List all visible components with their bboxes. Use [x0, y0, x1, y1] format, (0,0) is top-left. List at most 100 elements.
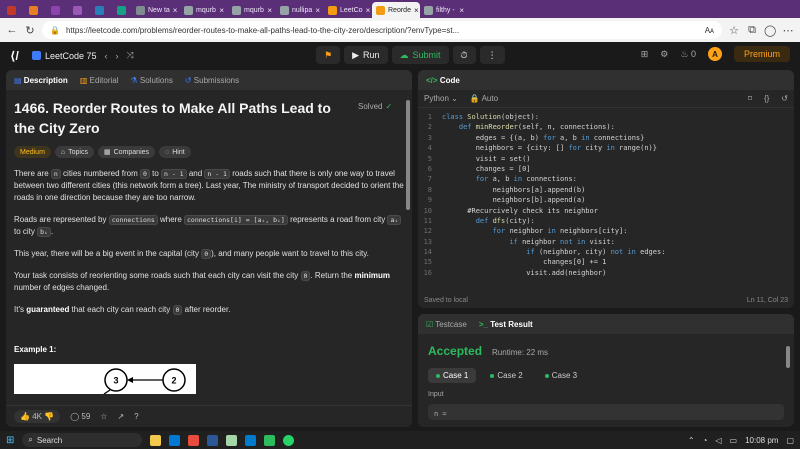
- browser-tab[interactable]: New ta ×: [132, 2, 180, 18]
- graph-edge-down: [103, 389, 111, 395]
- mail-icon[interactable]: [226, 434, 238, 446]
- tab-submissions[interactable]: ↺ Submissions: [185, 76, 239, 85]
- reader-icon[interactable]: Aᴀ: [705, 26, 714, 35]
- line-number: 9: [427, 196, 432, 205]
- layout-icon[interactable]: ⊞: [641, 49, 649, 60]
- more-button[interactable]: ⋮: [479, 46, 505, 64]
- browser-tab[interactable]: [88, 2, 110, 18]
- volume-icon[interactable]: ◁: [715, 436, 721, 445]
- browser-tab[interactable]: [0, 2, 22, 18]
- run-button[interactable]: ▶ Run: [344, 46, 388, 64]
- help-icon[interactable]: ?: [134, 412, 138, 421]
- fire-icon: ♨: [680, 48, 689, 59]
- notification-icon[interactable]: ▢: [786, 436, 794, 445]
- study-plan-badge[interactable]: LeetCode 75: [32, 51, 97, 61]
- like-button[interactable]: 👍 4K 👎: [14, 410, 61, 423]
- back-icon[interactable]: ←: [6, 24, 18, 36]
- close-tab-icon[interactable]: ×: [366, 6, 371, 15]
- language-select[interactable]: Python ⌄: [424, 94, 458, 103]
- hint-chip[interactable]: ◌ Hint: [159, 146, 191, 158]
- case-1[interactable]: Case 1: [428, 368, 477, 383]
- vscode-icon[interactable]: [245, 434, 257, 446]
- close-tab-icon[interactable]: ×: [459, 6, 464, 15]
- code-editor[interactable]: 1 class Solution(object): 2 def minReorder…: [418, 108, 794, 278]
- next-problem-icon[interactable]: ›: [116, 51, 119, 61]
- battery-icon[interactable]: ▭: [730, 436, 738, 445]
- topics-chip[interactable]: ⌂ Topics: [54, 146, 94, 158]
- premium-button[interactable]: Premium: [733, 46, 790, 62]
- tray-chevron-icon[interactable]: ⌃: [688, 436, 695, 445]
- search-icon: ⌕: [28, 435, 33, 444]
- tab-code[interactable]: </> Code: [426, 76, 460, 85]
- browser-tab[interactable]: [44, 2, 66, 18]
- browser-tab[interactable]: mqurb ×: [180, 2, 228, 18]
- notes-button[interactable]: ⏱: [452, 46, 476, 64]
- paragraph-5: It's guaranteed that each city can reach…: [14, 305, 231, 315]
- tab-testcase[interactable]: ☑ Testcase: [426, 320, 467, 329]
- browser-tab[interactable]: mqurb ×: [228, 2, 276, 18]
- browser-tab[interactable]: nullipa ×: [276, 2, 324, 18]
- case-2[interactable]: Case 2: [482, 368, 530, 383]
- line-number: 15: [423, 258, 432, 267]
- clock[interactable]: 10:08 pm: [745, 436, 778, 445]
- code-line: 10 #Recurcively check its neighbor: [418, 206, 794, 216]
- shuffle-icon[interactable]: ⤨: [127, 50, 134, 61]
- favorites-icon[interactable]: ☆: [728, 24, 740, 37]
- browser-icon[interactable]: [264, 434, 276, 446]
- browser-tab[interactable]: Reorde ×: [372, 2, 420, 18]
- collections-icon[interactable]: ⧉: [746, 24, 758, 37]
- windows-start-icon[interactable]: ⊞: [6, 435, 14, 446]
- edge-icon[interactable]: [169, 434, 181, 446]
- lock-icon: 🔒: [469, 94, 480, 103]
- input-label: Input: [428, 391, 444, 398]
- favorite-icon[interactable]: ☆: [100, 412, 107, 421]
- description-scrollbar[interactable]: [406, 100, 410, 210]
- tab-description[interactable]: ▤ Description: [14, 76, 68, 85]
- leetcode-logo-icon[interactable]: ⟨/: [10, 49, 24, 63]
- coins[interactable]: ♨ 0: [680, 49, 696, 60]
- close-tab-icon[interactable]: ×: [414, 6, 419, 15]
- close-tab-icon[interactable]: ×: [267, 6, 272, 15]
- browser-tab[interactable]: [22, 2, 44, 18]
- companies-chip[interactable]: ▦ Companies: [97, 146, 156, 158]
- debug-button[interactable]: ⚑: [316, 46, 341, 64]
- auto-complete-toggle[interactable]: 🔒 Auto: [470, 94, 498, 103]
- flask-icon: ⚗: [130, 75, 138, 85]
- share-icon[interactable]: ↗: [117, 412, 124, 421]
- line-number: 14: [423, 248, 432, 257]
- result-status: Accepted: [428, 344, 483, 358]
- close-tab-icon[interactable]: ×: [173, 6, 178, 15]
- submit-button[interactable]: ☁ Submit: [391, 46, 449, 64]
- comment-icon: ◯: [70, 412, 80, 421]
- browser-tab[interactable]: filthy - ×: [420, 2, 468, 18]
- bookmark-icon[interactable]: ⌑: [748, 94, 752, 103]
- settings-icon[interactable]: ⚙: [660, 49, 668, 60]
- reset-icon[interactable]: ↺: [781, 94, 788, 103]
- refresh-icon[interactable]: ↻: [24, 24, 36, 37]
- tab-label: New ta: [148, 6, 170, 14]
- browser-tab[interactable]: [110, 2, 132, 18]
- url-field[interactable]: 🔒 https://leetcode.com/problems/reorder-…: [42, 21, 722, 39]
- whatsapp-icon[interactable]: [283, 434, 295, 446]
- powerpoint-icon[interactable]: [188, 434, 200, 446]
- braces-icon[interactable]: {}: [764, 94, 769, 103]
- tab-test-result[interactable]: >_ Test Result: [479, 320, 533, 329]
- line-text: changes = [0]: [442, 164, 531, 173]
- taskbar-search[interactable]: ⌕ Search: [22, 433, 143, 447]
- more-icon[interactable]: ⋯: [782, 24, 794, 37]
- avatar[interactable]: A: [707, 47, 722, 61]
- browser-tab[interactable]: LeetCo ×: [324, 2, 372, 18]
- close-tab-icon[interactable]: ×: [219, 6, 224, 15]
- comments-button[interactable]: ◯ 59: [70, 412, 90, 421]
- prev-problem-icon[interactable]: ‹: [105, 51, 108, 61]
- word-icon[interactable]: [207, 434, 219, 446]
- case-3[interactable]: Case 3: [537, 368, 585, 383]
- profile-icon[interactable]: ◯: [764, 24, 776, 37]
- tab-editorial[interactable]: ▥ Editorial: [80, 76, 119, 85]
- file-explorer-icon[interactable]: [150, 434, 162, 446]
- result-scrollbar[interactable]: [786, 346, 790, 368]
- wifi-icon[interactable]: ◔: [703, 436, 708, 445]
- close-tab-icon[interactable]: ×: [315, 6, 320, 15]
- browser-tab[interactable]: [66, 2, 88, 18]
- tab-solutions[interactable]: ⚗ Solutions: [131, 76, 173, 85]
